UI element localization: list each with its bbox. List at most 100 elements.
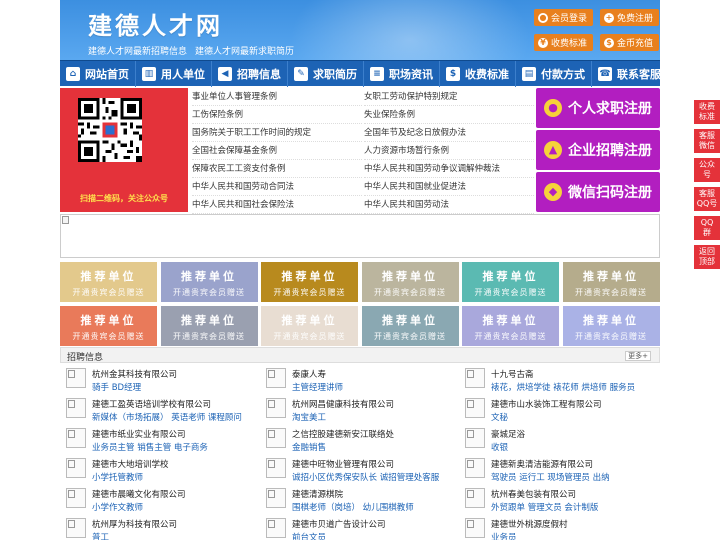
company-name-link[interactable]: 杭州厚为科技有限公司	[92, 518, 177, 530]
job-positions-link[interactable]: 小学作文教师	[92, 501, 143, 513]
policy-link[interactable]: 工伤保险条例	[192, 106, 362, 124]
company-name-link[interactable]: 建德市晨曦文化有限公司	[92, 488, 186, 500]
company-logo-image[interactable]	[465, 428, 485, 448]
recommend-slot[interactable]: 推荐单位 开通贵宾会员赠送	[562, 262, 660, 302]
policy-link[interactable]: 中华人民共和国社会保险法	[192, 196, 362, 214]
recommend-slot[interactable]: 推荐单位 开通贵宾会员赠送	[562, 306, 660, 346]
policy-link[interactable]: 保障农民工工资支付条例	[192, 160, 362, 178]
company-logo-image[interactable]	[465, 518, 485, 538]
nav-home[interactable]: ⌂ 网站首页	[60, 60, 136, 87]
policy-link[interactable]: 失业保险条例	[364, 106, 534, 124]
company-logo-image[interactable]	[66, 368, 86, 388]
job-positions-link[interactable]: 新媒体（市场拓展） 英语老师 课程顾问	[92, 411, 242, 423]
policy-link[interactable]: 中华人民共和国劳动合同法	[192, 178, 362, 196]
job-positions-link[interactable]: 业务员	[491, 531, 517, 540]
nav-employers[interactable]: ▥ 用人单位	[136, 60, 212, 87]
company-logo-image[interactable]	[266, 458, 286, 478]
official-account-float-button[interactable]: 公众号	[694, 158, 720, 182]
job-positions-link[interactable]: 主管经理讲师	[292, 381, 343, 393]
company-logo-image[interactable]	[66, 458, 86, 478]
job-positions-link[interactable]: 普工	[92, 531, 109, 540]
job-positions-link[interactable]: 裱花，烘培学徒 裱花师 烘培师 服务员	[491, 381, 635, 393]
login-button[interactable]: ● 会员登录	[534, 9, 594, 26]
company-name-link[interactable]: 杭州金其科技有限公司	[92, 368, 177, 380]
policy-link[interactable]: 中华人民共和国就业促进法	[364, 178, 534, 196]
policy-link[interactable]: 全国社会保障基金条例	[192, 142, 362, 160]
fee-standard-float-button[interactable]: 收费 标准	[694, 100, 720, 124]
recharge-button[interactable]: $ 金币充值	[600, 34, 660, 51]
company-name-link[interactable]: 建德新奥清洁能源有限公司	[491, 458, 593, 470]
nav-news[interactable]: ≡ 职场资讯	[364, 60, 440, 87]
policy-link[interactable]: 国务院关于职工工作时间的规定	[192, 124, 362, 142]
policy-link[interactable]: 全国年节及纪念日放假办法	[364, 124, 534, 142]
job-positions-link[interactable]: 小学托管教师	[92, 471, 143, 483]
register-button[interactable]: + 免费注册	[600, 9, 660, 26]
company-name-link[interactable]: 建德中旺物业管理有限公司	[292, 458, 394, 470]
site-title[interactable]: 建德人才网	[88, 6, 223, 41]
recommend-slot[interactable]: 推荐单位 开通贵宾会员赠送	[462, 262, 559, 302]
recommend-slot[interactable]: 推荐单位 开通贵宾会员赠送	[60, 262, 157, 302]
company-logo-image[interactable]	[266, 368, 286, 388]
company-name-link[interactable]: 建德市贝道广告设计公司	[292, 518, 386, 530]
latest-resumes-link[interactable]: 建德人才网最新求职简历	[195, 47, 294, 57]
company-name-link[interactable]: 豪城足浴	[491, 428, 525, 440]
company-name-link[interactable]: 杭州网昌健康科技有限公司	[292, 398, 394, 410]
company-logo-image[interactable]	[66, 518, 86, 538]
job-positions-link[interactable]: 文秘	[491, 411, 508, 423]
latest-jobs-link[interactable]: 建德人才网最新招聘信息	[88, 47, 187, 57]
policy-link[interactable]: 人力资源市场暂行条例	[364, 142, 534, 160]
job-positions-link[interactable]: 骑手 BD经理	[92, 381, 141, 393]
job-positions-link[interactable]: 收银	[491, 441, 508, 453]
company-name-link[interactable]: 泰康人寿	[292, 368, 326, 380]
job-positions-link[interactable]: 金融销售	[292, 441, 326, 453]
job-positions-link[interactable]: 驾驶员 运行工 现场管理员 出纳	[491, 471, 610, 483]
policy-link[interactable]: 中华人民共和国劳动法	[364, 196, 534, 214]
recommend-slot[interactable]: 推荐单位 开通贵宾会员赠送	[261, 262, 358, 302]
personal-register-button[interactable]: ● 个人求职注册	[536, 88, 660, 128]
company-logo-image[interactable]	[465, 458, 485, 478]
company-name-link[interactable]: 之信控股建德新安江联络处	[292, 428, 394, 440]
company-logo-image[interactable]	[465, 398, 485, 418]
policy-link[interactable]: 中华人民共和国劳动争议调解仲裁法	[364, 160, 534, 178]
company-logo-image[interactable]	[266, 488, 286, 508]
recommend-slot[interactable]: 推荐单位 开通贵宾会员赠送	[160, 262, 258, 302]
job-positions-link[interactable]: 淘宝美工	[292, 411, 326, 423]
fee-standard-button[interactable]: ¥ 收费标准	[534, 34, 594, 51]
job-positions-link[interactable]: 围棋老师（岗培） 幼儿围棋教师	[292, 501, 414, 513]
company-name-link[interactable]: 建德清源棋院	[292, 488, 343, 500]
company-name-link[interactable]: 建德市山水装饰工程有限公司	[491, 398, 602, 410]
company-logo-image[interactable]	[465, 488, 485, 508]
ad-banner-image[interactable]	[60, 214, 660, 258]
recommend-slot[interactable]: 推荐单位 开通贵宾会员赠送	[361, 262, 459, 302]
recommend-slot[interactable]: 推荐单位 开通贵宾会员赠送	[361, 306, 459, 346]
policy-link[interactable]: 女职工劳动保护特别规定	[364, 88, 534, 106]
company-logo-image[interactable]	[66, 488, 86, 508]
nav-fees[interactable]: $ 收费标准	[440, 60, 516, 87]
company-logo-image[interactable]	[66, 398, 86, 418]
nav-payment[interactable]: ▤ 付款方式	[516, 60, 592, 87]
company-name-link[interactable]: 建德市大地培训学校	[92, 458, 169, 470]
nav-jobs[interactable]: ◀ 招聘信息	[212, 60, 288, 87]
company-name-link[interactable]: 建德工盈英语培训学校有限公司	[92, 398, 211, 410]
job-positions-link[interactable]: 外贸跟单 管理文员 会计制版	[491, 501, 598, 513]
recommend-slot[interactable]: 推荐单位 开通贵宾会员赠送	[261, 306, 358, 346]
company-logo-image[interactable]	[465, 368, 485, 388]
qq-group-float-button[interactable]: QQ 群	[694, 216, 720, 240]
company-logo-image[interactable]	[266, 398, 286, 418]
service-wechat-float-button[interactable]: 客服 微信	[694, 129, 720, 153]
recommend-slot[interactable]: 推荐单位 开通贵宾会员赠送	[160, 306, 258, 346]
wechat-register-button[interactable]: ◆ 微信扫码注册	[536, 172, 660, 212]
company-register-button[interactable]: ▲ 企业招聘注册	[536, 130, 660, 170]
company-name-link[interactable]: 建德市纸业实业有限公司	[92, 428, 186, 440]
job-positions-link[interactable]: 业务员主管 销售主管 电子商务	[92, 441, 208, 453]
recommend-slot[interactable]: 推荐单位 开通贵宾会员赠送	[462, 306, 559, 346]
recommend-slot[interactable]: 推荐单位 开通贵宾会员赠送	[60, 306, 157, 346]
nav-resumes[interactable]: ✎ 求职简历	[288, 60, 364, 87]
back-to-top-button[interactable]: 返回 顶部	[694, 245, 720, 269]
company-logo-image[interactable]	[266, 428, 286, 448]
company-name-link[interactable]: 十九号古斋	[491, 368, 534, 380]
job-positions-link[interactable]: 前台文员	[292, 531, 326, 540]
company-logo-image[interactable]	[266, 518, 286, 538]
job-positions-link[interactable]: 诚招小区优秀保安队长 诚招管理处客服	[292, 471, 439, 483]
policy-link[interactable]: 事业单位人事管理条例	[192, 88, 362, 106]
